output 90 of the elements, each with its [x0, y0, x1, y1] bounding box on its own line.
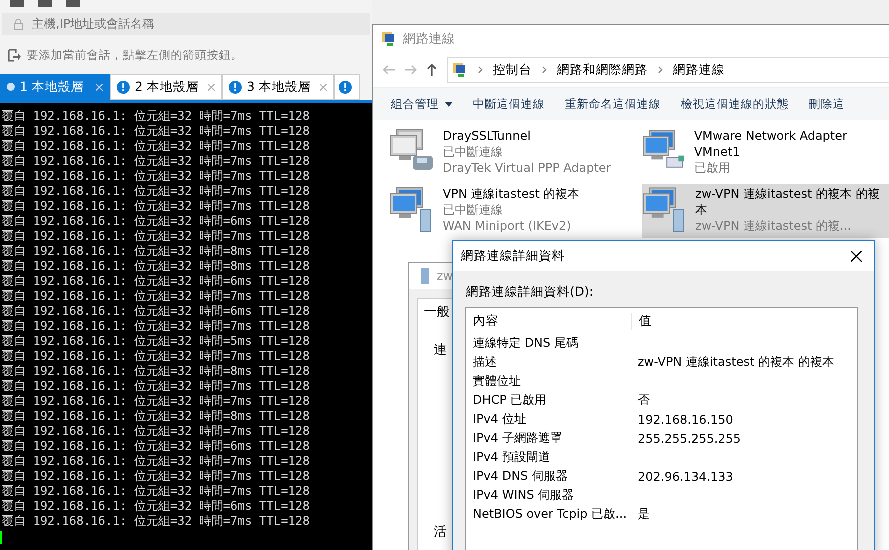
terminal-line: 覆自 192.168.16.1: 位元組=32 時間=7ms TTL=128 [1, 454, 310, 469]
table-cell-text: IPv4 DNS 伺服器 [472, 468, 568, 485]
terminal-line: 覆自 192.168.16.1: 位元組=32 時間=5ms TTL=128 [1, 334, 310, 349]
table-cell-text: IPv4 WINS 伺服器 [472, 487, 574, 504]
section-label: 連 [434, 342, 447, 359]
table-cell-text: 描述 [472, 354, 497, 371]
session-tab[interactable]: 1 本地殼層 [0, 74, 110, 100]
window-title: zw [437, 269, 454, 283]
table-cell-text: zw-VPN 連線itastest 的複本 的複本 [637, 354, 834, 371]
up-arrow-icon[interactable] [427, 64, 437, 76]
address-bar[interactable]: 控制台 網路和網際網路 網路連線 [447, 57, 889, 83]
list-label: 網路連線詳細資料(D): [466, 284, 594, 301]
terminal-line: 覆自 192.168.16.1: 位元組=32 時間=7ms TTL=128 [1, 169, 310, 184]
terminal-line: 覆自 192.168.16.1: 位元組=32 時間=7ms TTL=128 [1, 229, 310, 244]
terminal-line: 覆自 192.168.16.1: 位元組=32 時間=8ms TTL=128 [1, 244, 310, 259]
session-search-field[interactable]: 主機,IP地址或會話名稱 [2, 13, 370, 35]
chevron-icon [478, 66, 483, 74]
table-cell-text: IPv4 預設閘道 [472, 449, 550, 466]
terminal-line: 覆自 192.168.16.1: 位元組=32 時間=6ms TTL=128 [1, 304, 310, 319]
arrow-into-box-icon [8, 48, 21, 62]
terminal-line: 覆自 192.168.16.1: 位元組=32 時間=6ms TTL=128 [1, 214, 310, 229]
terminal-line: 覆自 192.168.16.1: 位元組=32 時間=6ms TTL=128 [1, 274, 310, 289]
table-cell-text: 實體位址 [472, 373, 521, 390]
breadcrumb-item[interactable]: 控制台 [493, 62, 532, 78]
session-tab[interactable]: 3 本地殼層 [222, 74, 334, 100]
breadcrumb-item[interactable]: 網路連線 [673, 62, 725, 78]
terminal-line: 覆自 192.168.16.1: 位元組=32 時間=7ms TTL=128 [1, 109, 310, 124]
status-dot-icon [7, 83, 15, 91]
breadcrumb-item[interactable]: 網路和網際網路 [557, 62, 648, 78]
terminal-line: 覆自 192.168.16.1: 位元組=32 時間=8ms TTL=128 [1, 409, 310, 424]
column-header[interactable]: 內容 [466, 312, 631, 330]
terminal-line: 覆自 192.168.16.1: 位元組=32 時間=7ms TTL=128 [1, 349, 310, 364]
toolbar-button[interactable]: 中斷這個連線 [453, 96, 545, 112]
menu-button[interactable]: 組合管理 [373, 96, 453, 112]
terminal-line: 覆自 192.168.16.1: 位元組=32 時間=7ms TTL=128 [1, 184, 310, 199]
terminal-line: 覆自 192.168.16.1: 位元組=32 時間=6ms TTL=128 [1, 499, 310, 514]
close-icon[interactable] [320, 84, 327, 90]
terminal-line: 覆自 192.168.16.1: 位元組=32 時間=8ms TTL=128 [1, 259, 310, 274]
tab-label[interactable]: 一般 [424, 303, 450, 321]
table-cell-text: 否 [637, 392, 650, 409]
table-cell-text: IPv4 位址 [472, 411, 526, 428]
dropdown-icon [445, 102, 453, 107]
table-cell-text: 是 [637, 506, 650, 523]
table-cell-text: 連線特定 DNS 尾碼 [472, 335, 578, 352]
terminal-line: 覆自 192.168.16.1: 位元組=32 時間=7ms TTL=128 [1, 514, 310, 529]
terminal-line: 覆自 192.168.16.1: 位元組=32 時間=7ms TTL=128 [1, 394, 310, 409]
column-header[interactable]: 值 [631, 312, 853, 330]
table-cell-text: 202.96.134.133 [637, 470, 734, 484]
window-title: 網路連線 [403, 31, 455, 48]
connection-item[interactable]: DraySSLTunnel 已中斷連線 DrayTek Virtual PPP Adapter [389, 126, 642, 180]
server-icon [421, 268, 429, 284]
terminal-line: 覆自 192.168.16.1: 位元組=32 時間=7ms TTL=128 [1, 484, 310, 499]
chevron-icon [658, 66, 663, 74]
terminal-line: 覆自 192.168.16.1: 位元組=32 時間=7ms TTL=128 [1, 289, 310, 304]
close-icon[interactable] [208, 84, 215, 90]
toolbar-button[interactable]: 刪除這 [789, 96, 845, 112]
terminal-line: 覆自 192.168.16.1: 位元組=32 時間=7ms TTL=128 [1, 139, 310, 154]
terminal-line: 覆自 192.168.16.1: 位元組=32 時間=7ms TTL=128 [1, 424, 310, 439]
alert-icon [229, 80, 242, 94]
terminal-line: 覆自 192.168.16.1: 位元組=32 時間=7ms TTL=128 [1, 319, 310, 334]
connection-item[interactable]: zw-VPN 連線itastest 的複本 的複本 zw-VPN 連線itastest 的複... [642, 184, 889, 238]
terminal-line: 覆自 192.168.16.1: 位元組=32 時間=7ms TTL=128 [1, 199, 310, 214]
terminal-line: 覆自 192.168.16.1: 位元組=32 時間=7ms TTL=128 [1, 154, 310, 169]
network-folder-icon [381, 31, 397, 47]
toolbar-button[interactable]: 檢視這個連線的狀態 [661, 96, 789, 112]
table-cell-text: NetBIOS over Tcpip 已啟... [472, 506, 628, 523]
toolbar-button[interactable]: 重新命名這個連線 [545, 96, 661, 112]
back-icon[interactable] [383, 65, 395, 75]
table-cell-text: IPv4 子網路遮罩 [472, 430, 562, 447]
terminal-line: 覆自 192.168.16.1: 位元組=32 時間=8ms TTL=128 [1, 364, 310, 379]
alert-icon [339, 80, 352, 94]
connection-item[interactable]: VPN 連線itastest 的複本 已中斷連線 WAN Miniport (IKEv2) [389, 184, 642, 238]
cursor [0, 531, 2, 544]
table-cell-text: 255.255.255.255 [637, 432, 742, 446]
network-folder-icon [452, 62, 468, 78]
terminal-line: 覆自 192.168.16.1: 位元組=32 時間=7ms TTL=128 [1, 469, 310, 484]
session-tab[interactable]: 2 本地殼層 [110, 74, 222, 100]
chevron-icon [542, 66, 547, 74]
terminal-line: 覆自 192.168.16.1: 位元組=32 時間=7ms TTL=128 [1, 379, 310, 394]
hint-text: 要添加當前會話，點擊左側的箭頭按鈕。 [27, 48, 243, 62]
forward-icon[interactable] [405, 65, 417, 75]
alert-icon [117, 80, 130, 94]
connection-item[interactable]: VMware Network Adapter VMnet1 已啟用 [642, 126, 889, 180]
table-cell-text: 192.168.16.150 [637, 412, 734, 426]
table-cell-text: DHCP 已啟用 [472, 392, 547, 409]
section-label: 活 [434, 524, 447, 541]
close-icon[interactable] [96, 84, 103, 90]
dialog-title: 網路連線詳細資料 [461, 248, 565, 264]
terminal-line: 覆自 192.168.16.1: 位元組=32 時間=7ms TTL=128 [1, 124, 310, 139]
terminal-line: 覆自 192.168.16.1: 位元組=32 時間=6ms TTL=128 [1, 439, 310, 454]
